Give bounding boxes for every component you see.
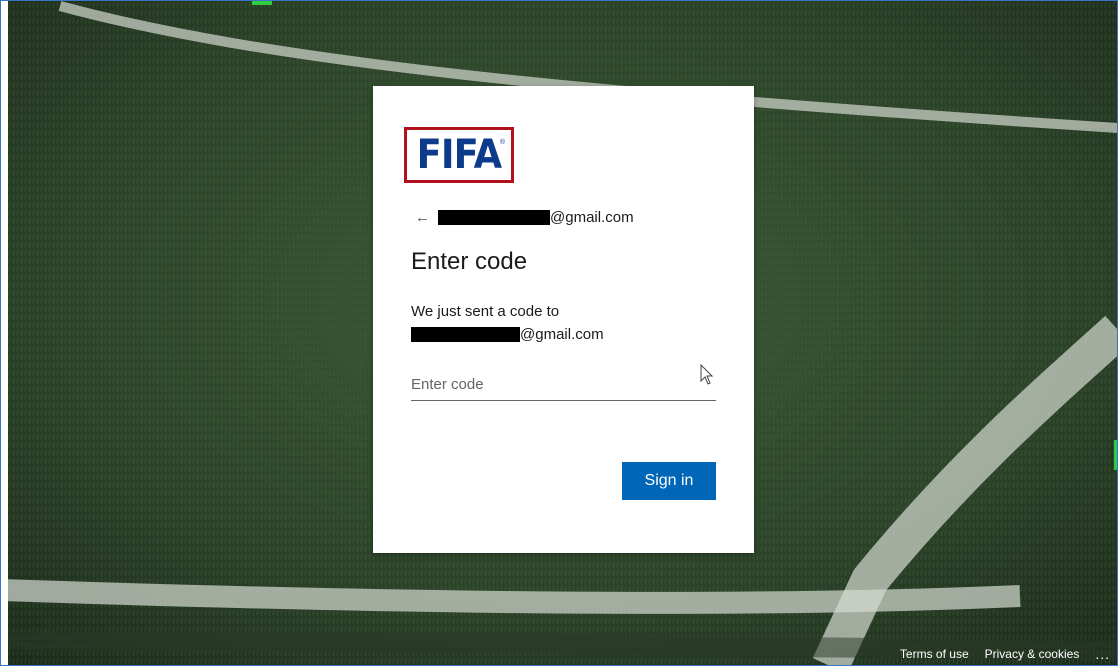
description-email: @gmail.com (411, 323, 604, 346)
more-options-icon[interactable]: ... (1095, 646, 1110, 662)
sign-in-button[interactable]: Sign in (622, 462, 716, 500)
fifa-logo: FIFA ® (404, 127, 514, 183)
registered-mark: ® (499, 139, 505, 146)
fifa-logo-text: FIFA (416, 132, 502, 178)
window-edge (0, 0, 8, 666)
redacted-email-username (411, 327, 520, 342)
footer: Terms of use Privacy & cookies ... (884, 646, 1110, 662)
identity-banner: ← @gmail.com (415, 206, 634, 228)
mouse-pointer-icon (700, 364, 714, 385)
description-line: We just sent a code to (411, 303, 560, 320)
green-marker (252, 0, 272, 5)
code-sent-description: We just sent a code to @gmail.com (411, 300, 604, 346)
redacted-email-username (438, 209, 550, 225)
identity-email-suffix: @gmail.com (550, 208, 634, 226)
green-marker-right (1114, 440, 1118, 470)
terms-of-use-link[interactable]: Terms of use (900, 647, 969, 661)
signin-card: FIFA ® ← @gmail.com Enter code We just s… (373, 86, 754, 553)
page-title: Enter code (411, 248, 528, 275)
privacy-cookies-link[interactable]: Privacy & cookies (985, 647, 1080, 661)
back-arrow-icon[interactable]: ← (415, 209, 430, 226)
code-input[interactable] (411, 368, 716, 401)
signin-screen: FIFA ® ← @gmail.com Enter code We just s… (0, 0, 1118, 666)
description-email-suffix: @gmail.com (520, 326, 604, 343)
